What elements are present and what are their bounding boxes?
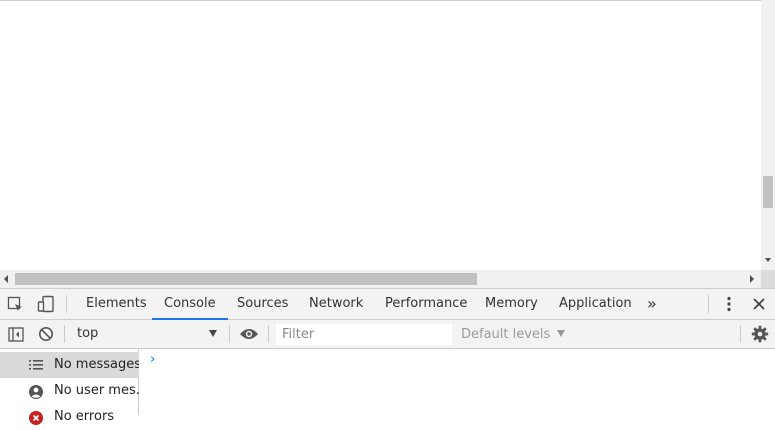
levels-dropdown-icon <box>557 330 566 337</box>
filter-input[interactable] <box>276 324 452 345</box>
toolbar-divider-3 <box>268 325 269 343</box>
tab-network[interactable]: Network <box>309 288 363 320</box>
log-levels-dropdown[interactable]: Default levels <box>461 327 566 342</box>
console-settings-gear-icon[interactable] <box>751 325 769 343</box>
page-viewport[interactable] <box>0 0 775 270</box>
vertical-scrollbar-thumb[interactable] <box>763 176 773 208</box>
live-expression-eye-icon[interactable] <box>239 327 259 341</box>
tab-bar-divider <box>66 295 67 313</box>
toolbar-divider <box>64 325 65 343</box>
more-tabs-button[interactable]: » <box>647 288 657 320</box>
sidebar-item-label: No errors <box>54 409 115 424</box>
device-toolbar-icon[interactable] <box>37 295 55 313</box>
scrollbar-corner <box>761 270 775 288</box>
kebab-menu-icon[interactable] <box>721 295 737 313</box>
inspect-element-icon[interactable] <box>7 296 24 313</box>
tab-application[interactable]: Application <box>559 288 632 320</box>
scroll-left-arrow-icon[interactable] <box>4 275 8 283</box>
sidebar-item-label: No user mes... <box>54 383 139 398</box>
error-icon <box>28 410 44 426</box>
console-sidebar: No messages No user mes... No errors <box>0 349 139 425</box>
tab-elements[interactable]: Elements <box>86 288 147 320</box>
scroll-right-arrow-icon[interactable] <box>750 275 754 283</box>
show-sidebar-icon[interactable] <box>8 327 24 342</box>
tab-console[interactable]: Console <box>152 288 228 320</box>
sidebar-item-errors[interactable]: No errors <box>0 404 139 430</box>
log-levels-label: Default levels <box>461 327 551 342</box>
console-prompt-icon[interactable]: › <box>150 352 155 367</box>
vertical-scrollbar[interactable] <box>761 0 775 270</box>
list-icon <box>28 358 44 372</box>
tab-memory[interactable]: Memory <box>485 288 538 320</box>
sidebar-item-user-messages[interactable]: No user mes... <box>0 378 139 404</box>
horizontal-scrollbar-thumb[interactable] <box>15 273 477 285</box>
sidebar-item-messages[interactable]: No messages <box>0 352 139 378</box>
context-dropdown-icon <box>209 330 217 337</box>
close-devtools-icon[interactable] <box>751 296 767 312</box>
tab-performance[interactable]: Performance <box>385 288 467 320</box>
toolbar-divider-2 <box>229 325 230 343</box>
toolbar-divider-4 <box>740 325 741 343</box>
context-selector[interactable]: top <box>72 323 224 345</box>
tab-bar-divider-right <box>708 295 709 313</box>
clear-console-icon[interactable] <box>38 326 54 342</box>
user-icon <box>28 384 44 400</box>
sidebar-item-label: No messages <box>54 357 139 372</box>
context-selector-value: top <box>77 326 99 341</box>
scroll-down-arrow-icon[interactable] <box>765 258 771 262</box>
tab-sources[interactable]: Sources <box>237 288 288 320</box>
